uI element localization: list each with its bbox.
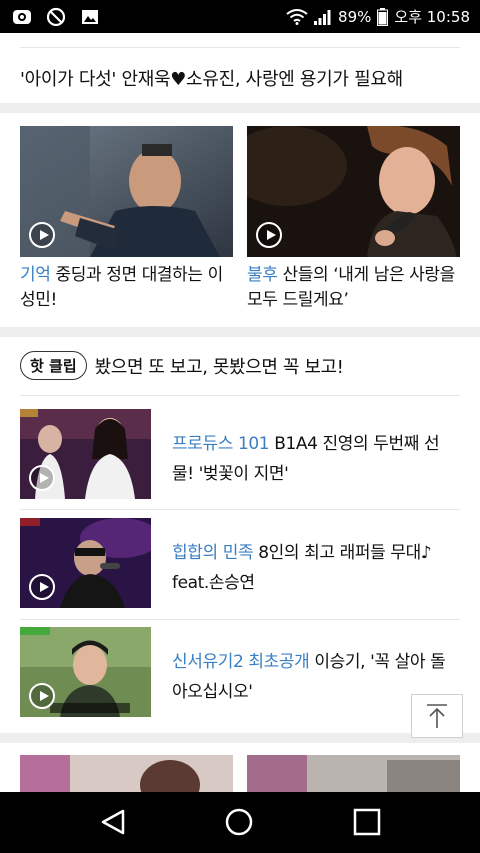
section-separator [0, 327, 480, 337]
divider [20, 395, 460, 396]
category-keyword: 기억 [20, 265, 51, 285]
wifi-icon [286, 8, 308, 25]
video-card[interactable] [247, 755, 460, 792]
video-thumbnail[interactable] [20, 126, 233, 257]
video-card[interactable] [20, 755, 233, 792]
arrow-up-icon [427, 704, 447, 728]
gallery-app-icon [13, 9, 31, 24]
category-keyword: 신서유기2 최초공개 [172, 652, 310, 672]
list-item[interactable]: 신서유기2 최초공개 이승기, '꼭 살아 돌아오십시오' [20, 627, 460, 717]
video-thumbnail[interactable] [20, 627, 151, 717]
video-thumbnail[interactable] [247, 126, 460, 257]
hot-clip-badge[interactable]: 핫 클립 [20, 351, 87, 380]
do-not-disturb-icon [46, 7, 66, 26]
back-icon[interactable] [98, 807, 128, 837]
divider [20, 47, 460, 48]
play-icon[interactable] [256, 222, 282, 248]
list-item-title[interactable]: 프로듀스 101 B1A4 진영의 두번째 선물! '벚꽃이 지면' [172, 429, 460, 489]
recent-apps-icon[interactable] [352, 807, 382, 837]
video-thumbnail-image [20, 755, 233, 792]
hot-clip-tagline: 봤으면 또 보고, 못봤으면 꼭 보고! [94, 356, 344, 378]
list-item-title[interactable]: 힙합의 민족 8인의 최고 래퍼들 무대♪ feat.손승연 [172, 538, 460, 598]
category-keyword: 프로듀스 101 [172, 434, 270, 454]
play-icon[interactable] [29, 222, 55, 248]
video-card-title[interactable]: 기억 중딩과 정면 대결하는 이성민! [20, 263, 233, 313]
signal-icon [314, 9, 331, 25]
hot-clip-header: 핫 클립 봤으면 또 보고, 못봤으면 꼭 보고! [20, 351, 344, 380]
navigation-bar [0, 792, 480, 853]
video-card-title[interactable]: 불후 산들의 ‘내게 남은 사랑을 모두 드릴게요’ [247, 263, 460, 313]
video-thumbnail[interactable] [20, 518, 151, 608]
video-thumbnail[interactable] [20, 409, 151, 499]
video-thumbnail-image [247, 755, 460, 792]
play-icon[interactable] [29, 683, 55, 709]
play-icon[interactable] [29, 574, 55, 600]
list-item[interactable]: 힙합의 민족 8인의 최고 래퍼들 무대♪ feat.손승연 [20, 518, 460, 608]
section-separator [0, 103, 480, 113]
list-item[interactable]: 프로듀스 101 B1A4 진영의 두번째 선물! '벚꽃이 지면' [20, 409, 460, 499]
news-feed[interactable]: '아이가 다섯' 안재욱♥소유진, 사랑엔 용기가 필요해 기억 중딩과 정면 … [0, 33, 480, 792]
battery-icon [377, 7, 389, 26]
category-keyword: 힙합의 민족 [172, 543, 254, 563]
battery-percent: 89% [338, 7, 372, 26]
image-icon [82, 9, 98, 24]
headline-link[interactable]: '아이가 다섯' 안재욱♥소유진, 사랑엔 용기가 필요해 [20, 65, 403, 91]
clock: 오후 10:58 [394, 8, 470, 26]
divider [20, 509, 460, 510]
category-keyword: 불후 [247, 265, 278, 285]
scroll-to-top-button[interactable] [411, 694, 463, 738]
home-icon[interactable] [224, 807, 254, 837]
section-separator [0, 733, 480, 743]
divider [20, 619, 460, 620]
status-bar: 89% 오후 10:58 [0, 0, 480, 33]
video-card[interactable]: 기억 중딩과 정면 대결하는 이성민! [20, 126, 233, 313]
play-icon[interactable] [29, 465, 55, 491]
video-card[interactable]: 불후 산들의 ‘내게 남은 사랑을 모두 드릴게요’ [247, 126, 460, 313]
